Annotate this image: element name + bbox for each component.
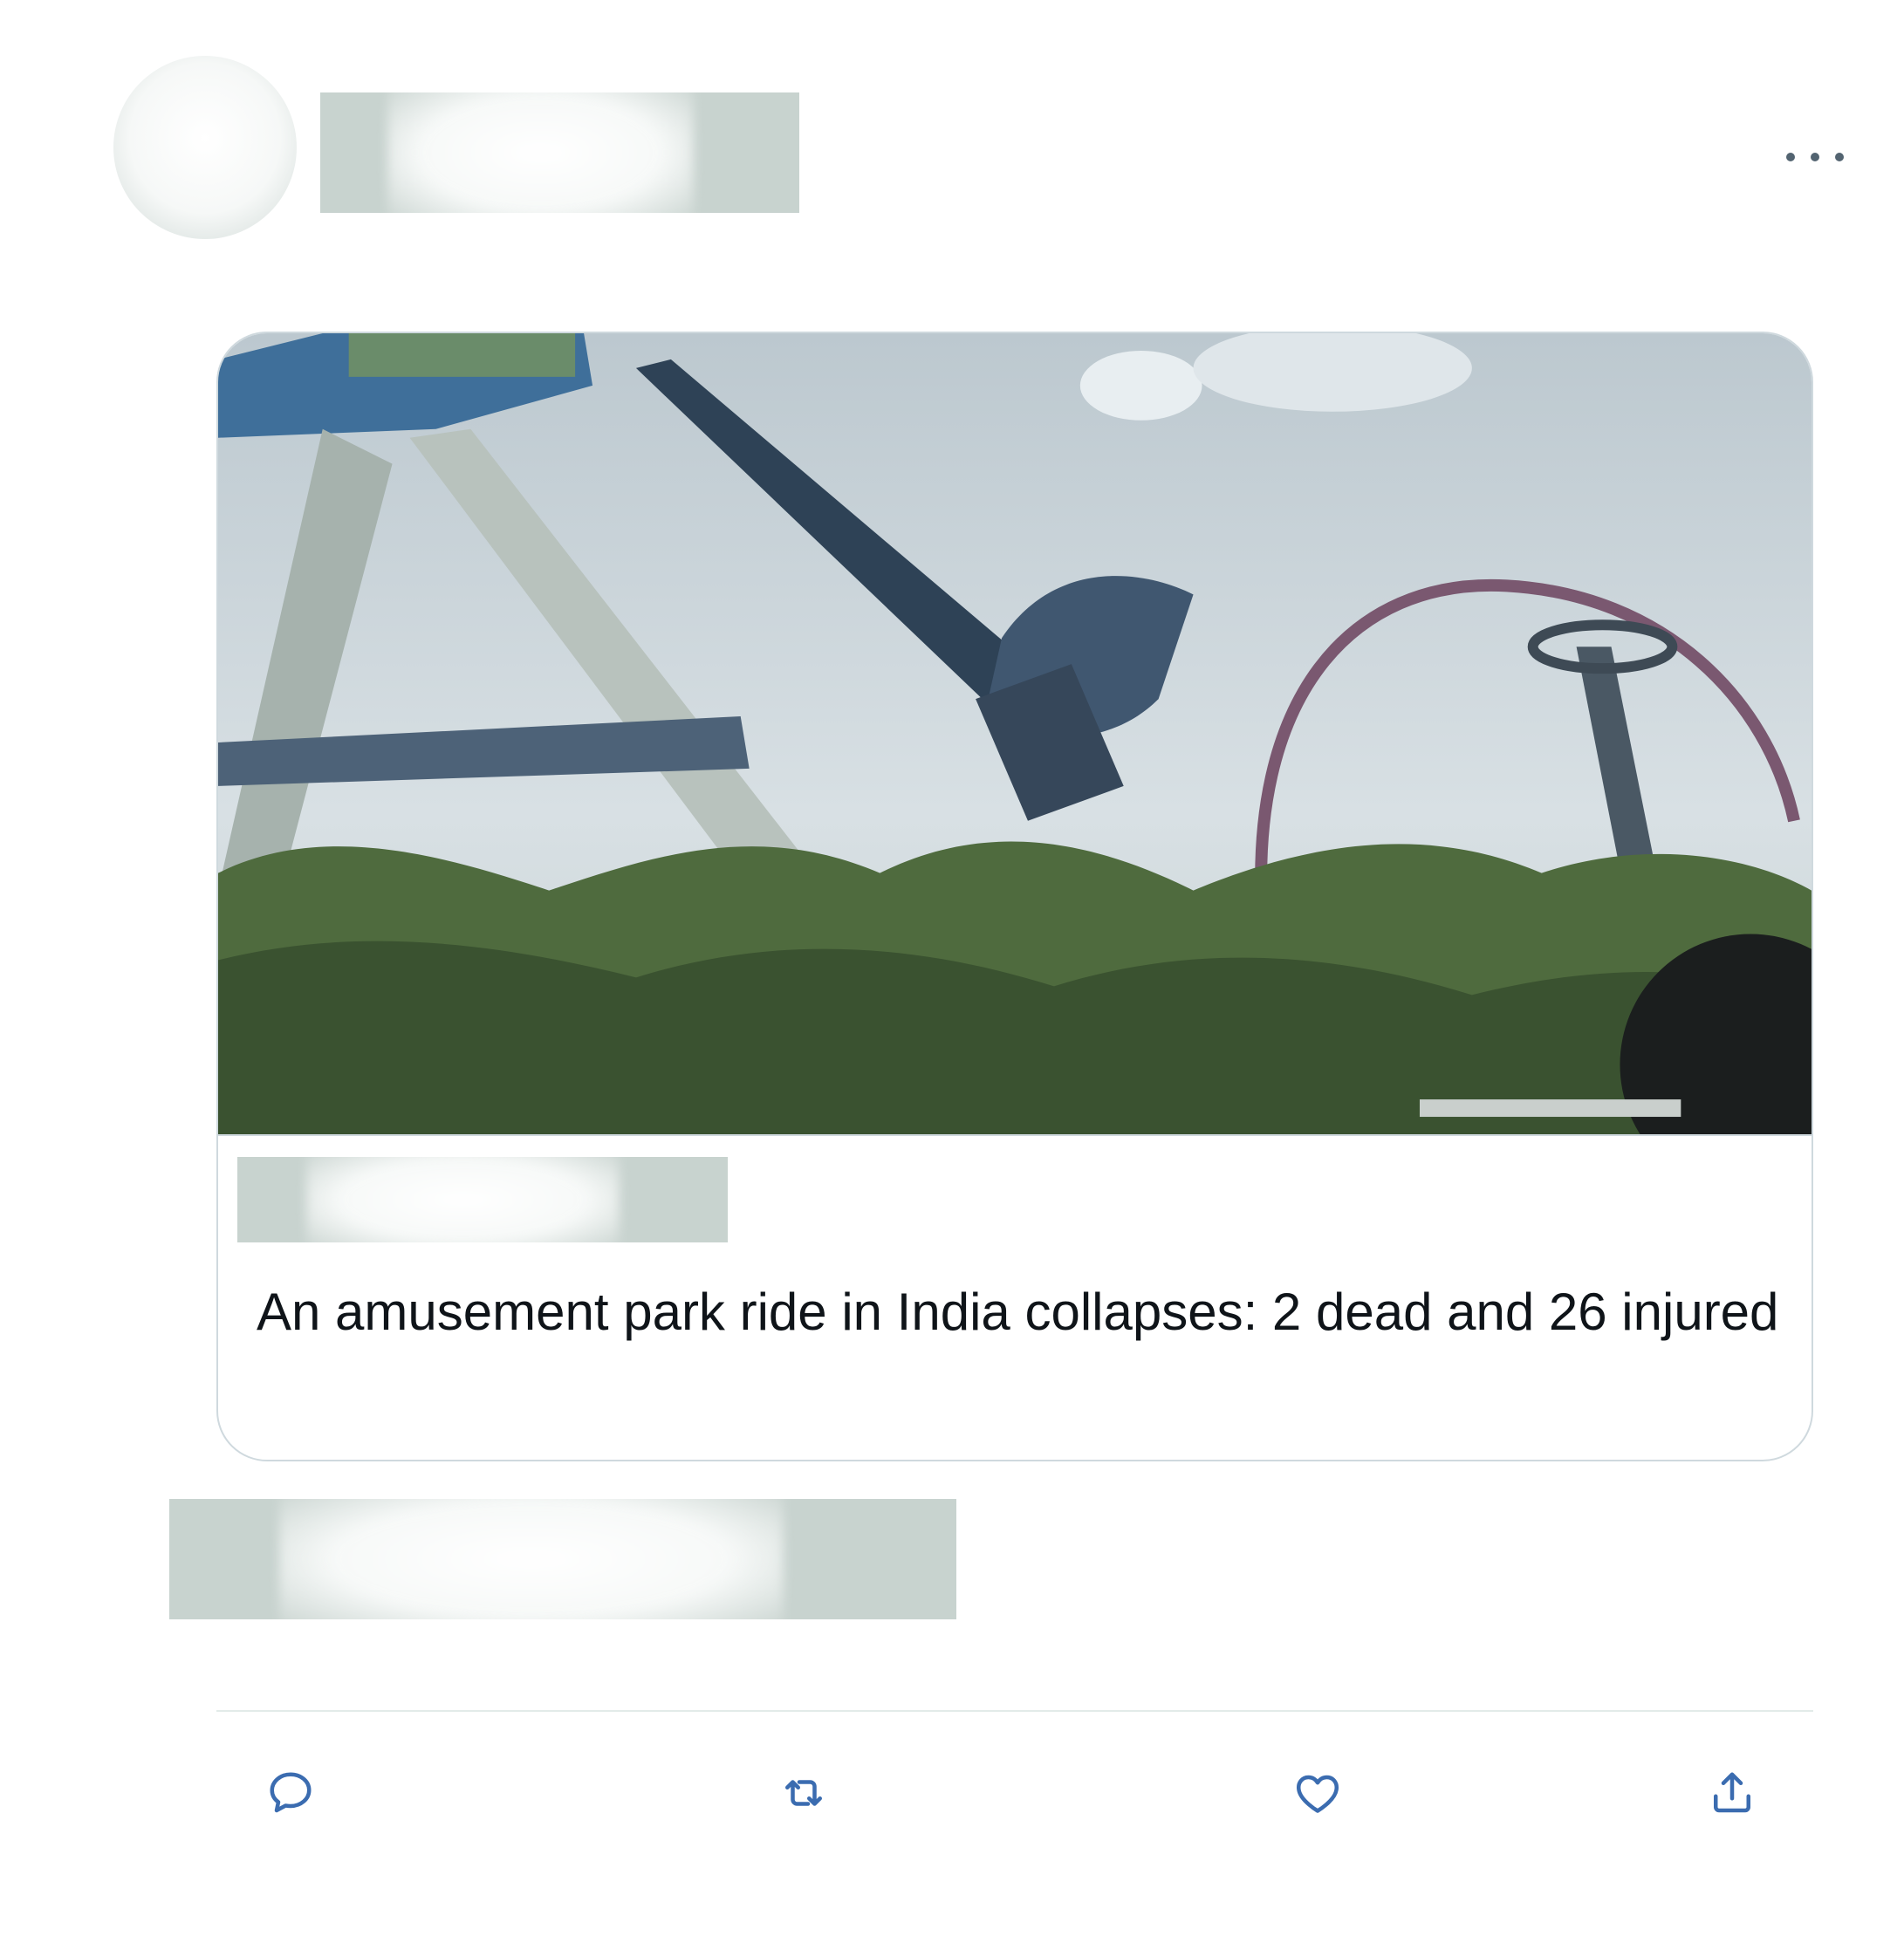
action-divider [216,1710,1813,1712]
like-button[interactable] [1287,1762,1348,1824]
timestamp-redacted[interactable] [169,1499,956,1619]
card-image [218,333,1812,1136]
more-options-button[interactable] [1780,140,1850,174]
heart-icon [1297,1775,1339,1813]
card-title: An amusement park ride in India collapse… [257,1283,1779,1341]
share-icon [1714,1772,1750,1813]
more-horizontal-icon [1786,153,1844,161]
retweet-button[interactable] [773,1762,834,1824]
avatar[interactable] [113,56,297,239]
retweet-icon [785,1780,822,1806]
link-card[interactable]: An amusement park ride in India collapse… [216,332,1813,1461]
reply-icon [270,1772,312,1813]
reply-button[interactable] [260,1762,321,1824]
author-name-redacted[interactable] [320,92,799,213]
card-domain-redacted [237,1157,728,1242]
share-button[interactable] [1702,1762,1763,1824]
